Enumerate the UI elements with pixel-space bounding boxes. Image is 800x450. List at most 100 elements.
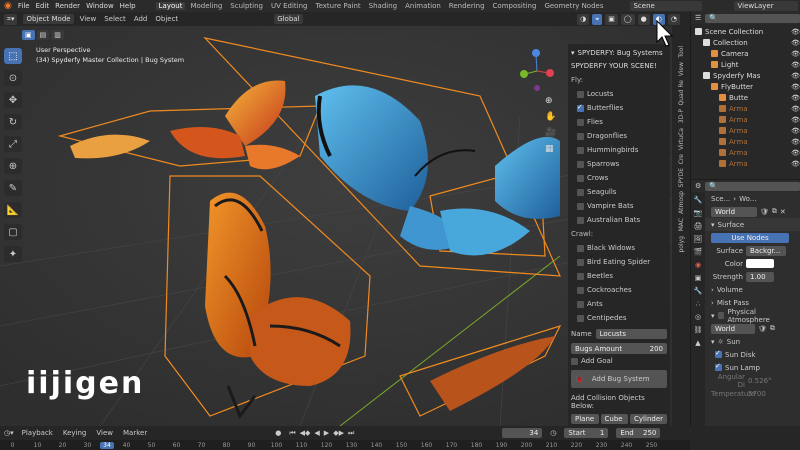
outliner-row[interactable]: Camera 👁 <box>691 48 800 59</box>
gizmo-icon[interactable]: ⌖ <box>592 13 603 25</box>
world-crumb[interactable]: Wo... <box>739 195 756 203</box>
wireframe-icon[interactable]: ◯ <box>620 13 635 25</box>
fly-item[interactable]: Dragonflies <box>571 129 667 143</box>
outliner-row[interactable]: Spyderfy Mas 👁 <box>691 70 800 81</box>
clock-icon[interactable]: ◷▾ <box>4 429 14 437</box>
fake-user-icon[interactable]: 🛡 <box>760 208 769 216</box>
eye-icon[interactable]: 👁 <box>791 94 800 102</box>
surface-panel-header[interactable]: ▾ Surface <box>705 218 800 231</box>
fly-item[interactable]: Hummingbirds <box>571 143 667 157</box>
sidebar-tab[interactable]: polyg <box>678 236 685 253</box>
name-field[interactable]: Locusts <box>595 329 667 339</box>
crawl-item[interactable]: Ants <box>571 297 667 311</box>
particles-icon[interactable]: ∴ <box>696 300 700 308</box>
outliner-row[interactable]: Arma 👁 <box>691 147 800 158</box>
menu-window[interactable]: Window <box>86 2 114 10</box>
physics-icon[interactable]: ◎ <box>695 313 701 321</box>
blender-logo-icon[interactable]: ◉ <box>4 1 12 11</box>
scene-props-icon[interactable]: 🎬 <box>694 248 703 256</box>
close-icon[interactable]: ✕ <box>780 208 786 216</box>
rotate-tool-icon[interactable]: ↻ <box>4 114 22 130</box>
crawl-item[interactable]: Bird Eating Spider <box>571 255 667 269</box>
eye-icon[interactable]: 👁 <box>791 28 800 36</box>
surface-shader-field[interactable]: Backgr... <box>746 245 786 256</box>
jump-start-icon[interactable]: ⏮ <box>289 429 295 438</box>
add-cube-tool-icon[interactable]: ▢ <box>4 224 22 240</box>
sidebar-tab[interactable]: Quad Re <box>678 80 685 106</box>
view-layer-icon[interactable]: 🖼 <box>694 235 703 243</box>
end-frame-field[interactable]: End 250 <box>616 428 661 438</box>
play-icon[interactable]: ▶ <box>324 429 329 438</box>
crawl-item[interactable]: Beetles <box>571 269 667 283</box>
outliner-row[interactable]: Butte 👁 <box>691 92 800 103</box>
eye-icon[interactable]: 👁 <box>791 105 800 113</box>
outliner-row[interactable]: Arma 👁 <box>691 136 800 147</box>
extra-tool-icon[interactable]: ✦ <box>4 246 22 262</box>
bugs-amount-field[interactable]: Bugs Amount 200 <box>571 343 667 354</box>
timeline-menu-view[interactable]: View <box>96 429 113 437</box>
tab-shading[interactable]: Shading <box>366 2 400 10</box>
strength-field[interactable]: 1.00 <box>746 271 774 282</box>
cylinder-button[interactable]: Cylinder <box>630 414 668 424</box>
sun-lamp-checkbox[interactable] <box>715 362 722 371</box>
sidebar-tab[interactable]: View <box>678 62 685 76</box>
record-icon[interactable]: ● <box>275 429 281 437</box>
outliner-search-input[interactable]: 🔍 <box>705 13 800 23</box>
tool-props-icon[interactable]: 🔧 <box>694 196 703 204</box>
properties-search-input[interactable]: 🔍 <box>705 181 800 191</box>
overlay-icon[interactable]: ◑ <box>577 13 590 25</box>
menu-file[interactable]: File <box>18 2 30 10</box>
editor-type-button[interactable]: ⌗▾ <box>4 13 18 25</box>
xray-icon[interactable]: ▣ <box>605 13 618 25</box>
sidebar-tab[interactable]: SPYDE <box>678 168 685 187</box>
select-subtract-icon[interactable]: ▥ <box>51 30 64 40</box>
world-selector[interactable]: World <box>711 206 757 217</box>
render-props-icon[interactable]: 📷 <box>694 209 703 217</box>
tab-sculpting[interactable]: Sculpting <box>227 2 266 10</box>
view-layer-selector[interactable]: ViewLayer <box>734 1 799 11</box>
prev-key-icon[interactable]: ◀◆ <box>300 429 311 438</box>
crawl-item[interactable]: Centipedes <box>571 311 667 325</box>
outliner-row[interactable]: Arma 👁 <box>691 158 800 169</box>
cube-button[interactable]: Cube <box>600 414 629 424</box>
sun-disk-checkbox[interactable] <box>715 349 722 358</box>
tab-uv-editing[interactable]: UV Editing <box>268 2 311 10</box>
outliner-row[interactable]: Scene Collection 👁 <box>691 26 800 37</box>
fly-item[interactable]: Crows <box>571 171 667 185</box>
angular-value[interactable]: 0.526° <box>748 377 772 385</box>
output-props-icon[interactable]: 🖨 <box>694 222 703 230</box>
move-tool-icon[interactable]: ✥ <box>4 92 22 108</box>
phys-atm-checkbox[interactable] <box>717 312 725 319</box>
outliner-row[interactable]: Arma 👁 <box>691 125 800 136</box>
fly-item[interactable]: Sparrows <box>571 157 667 171</box>
add-bug-system-button[interactable]: 🐞 Add Bug System <box>571 370 667 388</box>
menu-help[interactable]: Help <box>120 2 136 10</box>
cursor-tool-icon[interactable]: ⊙ <box>4 70 22 86</box>
eye-icon[interactable]: 👁 <box>791 83 800 91</box>
outliner-type-icon[interactable]: ☰ <box>695 14 701 22</box>
object-props-icon[interactable]: ▣ <box>695 274 702 282</box>
timeline-menu-marker[interactable]: Marker <box>123 429 147 437</box>
next-key-icon[interactable]: ◆▶ <box>333 429 344 438</box>
scene-crumb[interactable]: Sce... <box>711 195 730 203</box>
hand-icon[interactable]: ✋ <box>545 112 556 122</box>
panel-header[interactable]: ▾ SPYDERFY: Bug Systems <box>571 47 667 59</box>
tab-geometry-nodes[interactable]: Geometry Nodes <box>541 2 606 10</box>
header-menu-select[interactable]: Select <box>104 15 126 23</box>
tab-layout[interactable]: Layout <box>155 2 186 10</box>
add-goal-checkbox[interactable]: Add Goal <box>571 354 667 368</box>
fly-item[interactable]: Australian Bats <box>571 213 667 227</box>
tab-texture-paint[interactable]: Texture Paint <box>313 2 364 10</box>
sidebar-tab[interactable]: VirtuCa <box>678 128 685 150</box>
orientation-dropdown[interactable]: Global <box>274 14 303 24</box>
properties-type-icon[interactable]: ⚙ <box>695 182 701 190</box>
modifier-icon[interactable]: 🔧 <box>694 287 703 295</box>
data-icon[interactable]: ▲ <box>695 339 700 347</box>
phys-atm-header[interactable]: ▾ Physical Atmosphere <box>705 308 800 324</box>
menu-render[interactable]: Render <box>55 2 80 10</box>
timeline-ruler[interactable]: 0 10 20 30 34 40 50 60 70 80 90 100 110 120 130 140 150 1… <box>0 440 690 450</box>
outliner-row[interactable]: FlyButter 👁 <box>691 81 800 92</box>
sidebar-tab[interactable]: MAC <box>678 218 685 231</box>
sidebar-tab[interactable]: Atmosp <box>678 191 685 214</box>
header-menu-view[interactable]: View <box>80 15 97 23</box>
